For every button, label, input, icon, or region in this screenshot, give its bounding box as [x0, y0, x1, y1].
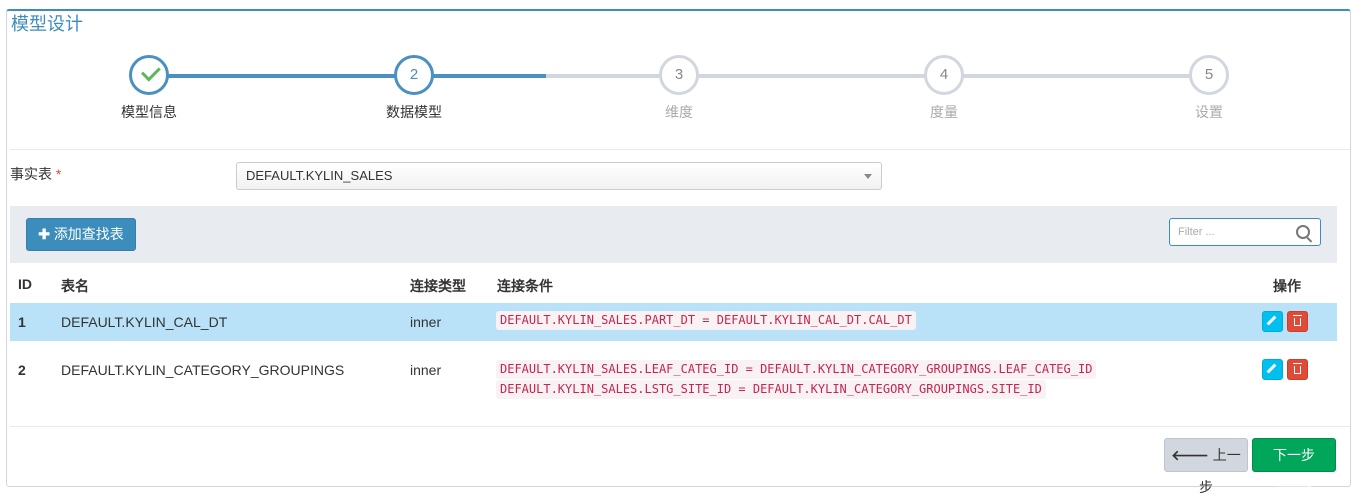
filter-input[interactable]: [1176, 225, 1295, 239]
row-id: 2: [18, 362, 26, 378]
row-id: 1: [18, 314, 26, 330]
fact-table-label: 事实表 *: [10, 164, 61, 184]
fact-table-selected-value: DEFAULT.KYLIN_SALES: [246, 168, 393, 183]
fact-table-select[interactable]: DEFAULT.KYLIN_SALES: [236, 162, 882, 190]
check-icon: [140, 61, 161, 82]
add-lookup-table-label: 添加查找表: [53, 226, 124, 242]
step-2-circle[interactable]: 2: [394, 55, 434, 95]
join-condition: DEFAULT.KYLIN_SALES.LSTG_SITE_ID = DEFAU…: [496, 380, 1046, 399]
fact-table-label-text: 事实表: [10, 166, 52, 182]
plus-icon: ✚: [38, 226, 50, 242]
edit-button[interactable]: [1262, 359, 1283, 380]
join-condition: DEFAULT.KYLIN_SALES.LEAF_CATEG_ID = DEFA…: [496, 360, 1097, 379]
table-row[interactable]: 2 DEFAULT.KYLIN_CATEGORY_GROUPINGS inner…: [10, 341, 1337, 414]
previous-step-button[interactable]: 🡐 上一步: [1164, 438, 1248, 495]
edit-button[interactable]: [1262, 311, 1283, 332]
delete-button[interactable]: [1287, 359, 1308, 380]
row-join-conditions: DEFAULT.KYLIN_SALES.LEAF_CATEG_ID = DEFA…: [496, 360, 1097, 399]
join-condition: DEFAULT.KYLIN_SALES.PART_DT = DEFAULT.KY…: [496, 311, 916, 330]
step-3-label: 维度: [665, 104, 693, 120]
step-remaining-line: [546, 74, 1209, 78]
next-step-button[interactable]: 下一步 🡒: [1252, 438, 1336, 495]
pencil-icon: [1266, 363, 1277, 374]
next-step-label: 下一步: [1273, 447, 1315, 463]
column-header-table-name: 表名: [61, 278, 89, 294]
step-3-circle[interactable]: 3: [659, 55, 699, 95]
required-mark: *: [55, 166, 62, 182]
column-header-actions: 操作: [1273, 278, 1301, 294]
add-lookup-table-button[interactable]: ✚ 添加查找表: [26, 218, 136, 251]
arrow-left-icon: 🡐: [1171, 447, 1209, 463]
row-table-name: DEFAULT.KYLIN_CATEGORY_GROUPINGS: [61, 362, 345, 378]
trash-icon: [1293, 315, 1302, 326]
table-row[interactable]: 1 DEFAULT.KYLIN_CAL_DT inner DEFAULT.KYL…: [10, 303, 1337, 341]
pencil-icon: [1266, 315, 1277, 326]
row-join-type: inner: [410, 362, 442, 378]
step-5-circle[interactable]: 5: [1189, 55, 1229, 95]
step-progress-line: [148, 74, 546, 78]
step-5-label: 设置: [1195, 104, 1223, 120]
search-icon: [1296, 225, 1310, 239]
step-1-label: 模型信息: [121, 104, 177, 120]
row-join-conditions: DEFAULT.KYLIN_SALES.PART_DT = DEFAULT.KY…: [496, 311, 916, 330]
column-header-join-type: 连接类型: [410, 278, 466, 294]
arrow-right-icon: 🡒: [1275, 479, 1313, 495]
step-4-circle[interactable]: 4: [924, 55, 964, 95]
step-4-label: 度量: [930, 104, 958, 120]
lookup-toolbar: ✚ 添加查找表: [10, 206, 1337, 263]
page-title: 模型设计: [11, 14, 83, 34]
delete-button[interactable]: [1287, 311, 1308, 332]
trash-icon: [1293, 363, 1302, 374]
step-1-circle[interactable]: [129, 55, 169, 95]
step-2-label: 数据模型: [386, 104, 442, 120]
divider: [10, 149, 1350, 150]
filter-box[interactable]: [1169, 218, 1321, 246]
divider: [10, 426, 1350, 427]
caret-down-icon: [864, 174, 872, 179]
column-header-id: ID: [18, 276, 32, 292]
column-header-join-condition: 连接条件: [497, 278, 553, 294]
row-join-type: inner: [410, 314, 442, 330]
row-table-name: DEFAULT.KYLIN_CAL_DT: [61, 314, 228, 330]
